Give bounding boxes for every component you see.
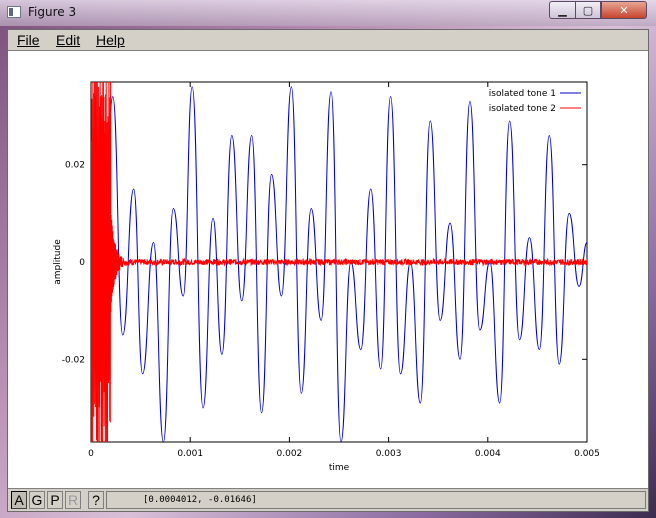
x-axis-label: time — [329, 463, 350, 473]
y-tick-label: 0.02 — [65, 161, 85, 171]
legend-label-tone-1: isolated tone 1 — [489, 89, 556, 99]
x-tick-label: 0.003 — [376, 449, 402, 459]
menu-edit[interactable]: Edit — [56, 32, 80, 48]
title-bar[interactable]: Figure 3 ▁ ▢ ✕ — [0, 0, 656, 26]
minimize-button[interactable]: ▁ — [549, 1, 575, 19]
help-button[interactable]: ? — [88, 491, 104, 509]
maximize-button[interactable]: ▢ — [575, 1, 601, 19]
window-icon — [7, 6, 21, 18]
menu-help[interactable]: Help — [96, 32, 125, 48]
legend-label-tone-2: isolated tone 2 — [489, 104, 556, 114]
x-tick-label: 0.004 — [475, 449, 501, 459]
status-bar: A G P R ? [0.0004012, -0.01646] — [8, 488, 648, 511]
maximize-icon: ▢ — [582, 3, 594, 17]
print-button[interactable]: P — [47, 491, 63, 509]
x-tick-label: 0.002 — [277, 449, 303, 459]
reset-button[interactable]: R — [65, 491, 81, 509]
line-chart: 0 0.001 0.002 0.003 0.004 0.005 -0.02 0 0.02 tim… — [53, 81, 600, 473]
y-tick-label: 0 — [79, 258, 85, 268]
x-tick-label: 0.001 — [177, 449, 203, 459]
close-icon: ✕ — [619, 3, 629, 17]
coordinate-readout: [0.0004012, -0.01646] — [106, 491, 646, 509]
close-button[interactable]: ✕ — [601, 1, 647, 19]
menu-file[interactable]: File — [17, 32, 40, 48]
y-tick-label: -0.02 — [62, 355, 85, 365]
x-tick-label: 0 — [88, 449, 94, 459]
figure-window: Figure 3 ▁ ▢ ✕ File Edit Help 0 0.001 0.00… — [0, 0, 656, 518]
autoscale-button[interactable]: A — [11, 491, 27, 509]
window-title: Figure 3 — [28, 5, 77, 19]
y-axis-label: amplitude — [53, 239, 63, 285]
x-tick-label: 0.005 — [574, 449, 600, 459]
grid-button[interactable]: G — [29, 491, 45, 509]
menu-bar: File Edit Help — [8, 30, 648, 51]
minimize-icon: ▁ — [558, 3, 567, 17]
plot-canvas[interactable]: 0 0.001 0.002 0.003 0.004 0.005 -0.02 0 0.02 tim… — [8, 52, 648, 487]
